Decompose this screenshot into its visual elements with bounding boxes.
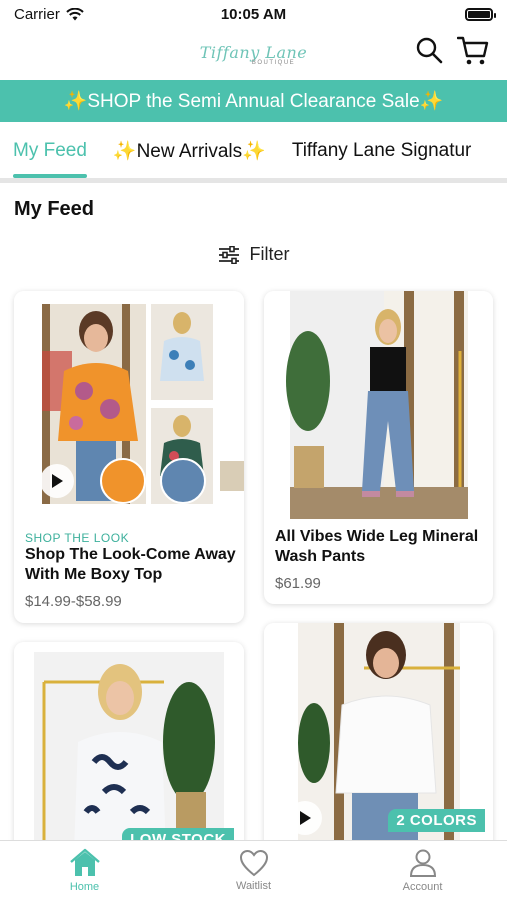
play-icon — [52, 474, 63, 488]
tab-new-arrivals[interactable]: ✨New Arrivals✨ — [100, 122, 279, 180]
product-image — [14, 642, 244, 852]
sliders-icon — [218, 245, 239, 264]
nav-home-label: Home — [69, 881, 100, 893]
nav-home[interactable]: Home — [0, 841, 169, 900]
cart-icon[interactable] — [457, 36, 489, 66]
play-video-button[interactable] — [40, 464, 74, 498]
product-price: $61.99 — [275, 575, 321, 592]
filter-button[interactable]: Filter — [0, 244, 507, 265]
brand-logo[interactable]: Tiffany Lane BOUTIQUE — [200, 43, 308, 66]
product-kicker: SHOP THE LOOK — [25, 531, 130, 545]
heart-icon — [239, 849, 268, 877]
person-icon — [409, 849, 436, 877]
product-price: $14.99-$58.99 — [25, 593, 122, 610]
header-actions — [415, 36, 489, 66]
tab-my-feed[interactable]: My Feed — [0, 122, 100, 180]
filter-label: Filter — [249, 244, 290, 264]
nav-account-label: Account — [402, 881, 443, 893]
nav-account[interactable]: Account — [338, 841, 507, 900]
play-video-button[interactable] — [288, 801, 322, 835]
tab-label: ✨New Arrivals✨ — [112, 141, 266, 162]
product-card[interactable]: LOW STOCK — [14, 642, 244, 852]
product-title: Shop The Look-Come Away With Me Boxy Top — [25, 546, 236, 583]
tab-tiffany-lane-signature[interactable]: Tiffany Lane Signatur — [279, 122, 485, 180]
home-icon — [69, 848, 100, 876]
search-icon[interactable] — [415, 36, 443, 64]
bottom-tab-bar: Home Waitlist Account — [0, 840, 507, 900]
tab-label: My Feed — [13, 140, 87, 161]
clock: 10:05 AM — [220, 5, 287, 23]
product-card[interactable]: SHOP THE LOOK Shop The Look-Come Away Wi… — [14, 291, 244, 623]
promo-banner-text: ✨SHOP the Semi Annual Clearance Sale✨ — [63, 91, 444, 112]
promo-banner[interactable]: ✨SHOP the Semi Annual Clearance Sale✨ — [0, 80, 507, 122]
play-icon — [300, 811, 311, 825]
tabs-fade — [467, 122, 507, 180]
product-info: All Vibes Wide Leg Mineral Wash Pants $6… — [275, 527, 485, 592]
product-card[interactable]: 2 COLORS — [264, 623, 493, 852]
tab-label: Tiffany Lane Signatur — [291, 140, 472, 161]
product-card[interactable]: All Vibes Wide Leg Mineral Wash Pants $6… — [264, 291, 493, 604]
status-bar: Carrier 10:05 AM — [0, 0, 507, 28]
nav-waitlist-label: Waitlist — [235, 880, 272, 892]
battery-icon — [465, 7, 496, 21]
colors-badge: 2 COLORS — [388, 809, 485, 832]
tabs-divider — [0, 178, 507, 183]
product-title: All Vibes Wide Leg Mineral Wash Pants — [275, 528, 479, 565]
logo-script: Tiffany Lane — [199, 42, 308, 62]
category-tabs: My Feed ✨New Arrivals✨ Tiffany Lane Sign… — [0, 122, 507, 180]
product-info: SHOP THE LOOK Shop The Look-Come Away Wi… — [25, 531, 236, 610]
look-item-thumb[interactable] — [160, 458, 206, 504]
page-title: My Feed — [14, 198, 95, 220]
nav-waitlist[interactable]: Waitlist — [169, 841, 338, 900]
app-header: Tiffany Lane BOUTIQUE — [0, 28, 507, 80]
look-item-thumb[interactable] — [100, 458, 146, 504]
product-image — [264, 291, 493, 519]
